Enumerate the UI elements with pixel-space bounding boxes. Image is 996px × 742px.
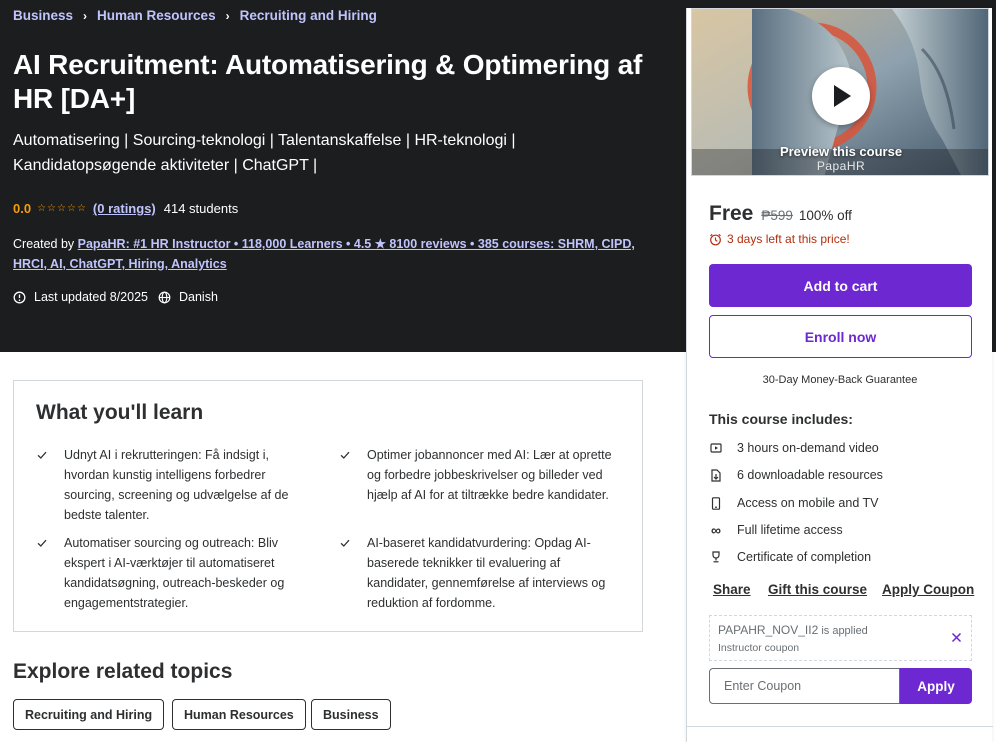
discount-timer: 3 days left at this price! [709,232,850,246]
alarm-clock-icon [710,233,721,245]
check-icon [36,447,48,459]
divider [687,726,993,727]
includes-title: This course includes: [709,411,853,427]
include-item: 6 downloadable resources [709,468,883,482]
money-back-guarantee: 30-Day Money-Back Guarantee [762,374,918,386]
what-you-learn-box: What you'll learn Udnyt AI i rekrutterin… [13,380,643,632]
breadcrumb: Business › Human Resources › Recruiting … [13,8,377,23]
learn-item: Optimer jobannoncer med AI: Lær at opret… [340,445,619,505]
rating-value: 0.0 [13,201,32,216]
course-subtitle: Automatisering | Sourcing-teknologi | Ta… [13,132,516,174]
apply-coupon-link[interactable]: Apply Coupon [882,582,974,597]
ratings-link[interactable]: (0 ratings) [93,201,156,216]
infinity-icon: ∞ [711,522,721,538]
breadcrumb-business[interactable]: Business [13,8,73,23]
remove-coupon-icon[interactable] [951,630,962,648]
include-item: ∞ Full lifetime access [711,522,843,538]
preview-label: Preview this course [779,144,903,159]
timer-text: 3 days left at this price! [727,232,850,246]
topic-chip-recruiting[interactable]: Recruiting and Hiring [13,699,165,730]
play-icon[interactable] [812,67,870,125]
learn-item: Automatiser sourcing og outreach: Bliv e… [37,533,316,613]
price-row: Free ₱599 100% off [709,202,852,226]
created-by: Created by PapaHR: #1 HR Instructor • 11… [13,234,653,274]
check-icon [339,535,351,547]
topic-chip-human-resources[interactable]: Human Resources [172,699,306,730]
preview-brand-logo: PapaHR [816,159,866,173]
course-title: AI Recruitment: Automatisering & Optimer… [13,49,643,114]
learn-item: AI-baseret kandidatvurdering: Opdag AI-b… [340,533,619,613]
instructor-link[interactable]: PapaHR: #1 HR Instructor • 118,000 Learn… [13,237,635,271]
created-by-label: Created by [13,237,75,251]
coupon-input[interactable]: Enter Coupon [709,668,900,704]
learn-item: Udnyt AI i rekrutteringen: Få indsigt i,… [37,445,316,525]
gift-course-link[interactable]: Gift this course [768,582,867,597]
chevron-right-icon: › [83,8,88,23]
explore-topics-title: Explore related topics [13,660,233,683]
include-item: Access on mobile and TV [709,496,879,510]
students-count: 414 students [163,201,239,216]
share-link[interactable]: Share [713,582,751,597]
discount-percent: 100% off [798,208,852,223]
learn-title: What you'll learn [36,401,204,424]
course-meta: Last updated 8/2025 Danish [13,290,218,304]
coupon-code: PAPAHR_NOV_II2 is applied [718,623,868,637]
check-icon [339,447,351,459]
rating-row: 0.0 ☆☆☆☆☆ (0 ratings) 414 students [13,201,238,216]
breadcrumb-human-resources[interactable]: Human Resources [97,8,216,23]
include-item: 3 hours on-demand video [709,441,879,455]
last-updated: Last updated 8/2025 [34,290,148,304]
language: Danish [179,290,218,304]
include-item: Certificate of completion [709,550,871,564]
globe-icon [158,291,171,304]
chevron-right-icon: › [225,8,230,23]
purchase-sidebar: Preview this course PapaHR Free ₱599 100… [686,8,993,742]
star-rating-icon: ☆☆☆☆☆ [37,203,87,214]
coupon-type: Instructor coupon [718,642,800,654]
course-preview[interactable]: Preview this course PapaHR [691,8,989,176]
breadcrumb-recruiting-hiring[interactable]: Recruiting and Hiring [240,8,377,23]
mobile-icon [709,496,723,510]
enroll-now-button[interactable]: Enroll now [709,315,972,358]
apply-coupon-button[interactable]: Apply [900,668,972,704]
original-price: ₱599 [761,208,793,223]
trophy-icon [709,550,723,564]
video-icon [709,441,723,455]
applied-coupon: PAPAHR_NOV_II2 is applied Instructor cou… [709,615,972,661]
alert-clock-icon [13,291,26,304]
topic-chip-business[interactable]: Business [311,699,391,730]
check-icon [36,535,48,547]
add-to-cart-button[interactable]: Add to cart [709,264,972,307]
download-file-icon [709,468,723,482]
current-price: Free [709,202,754,225]
